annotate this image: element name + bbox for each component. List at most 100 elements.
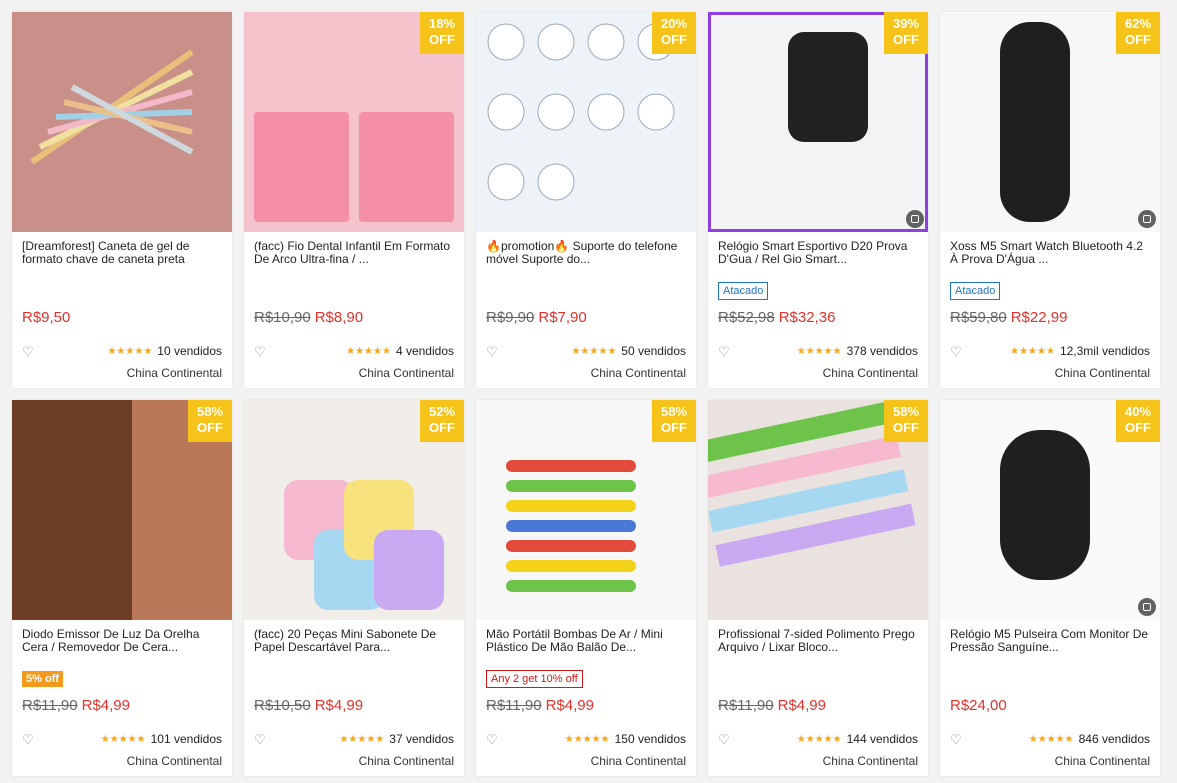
product-image[interactable] [12,12,232,232]
favorite-heart-icon[interactable]: ♡ [950,345,962,358]
rating-stars-icon: ★★★★★ [571,345,617,357]
discount-off-label: OFF [661,32,687,47]
rating-stars-icon: ★★★★★ [1028,733,1074,745]
product-title[interactable]: Profissional 7-sided Polimento Prego Arq… [718,628,918,667]
current-price: R$4,99 [314,697,364,714]
product-card[interactable]: 58% OFF Diodo Emissor De Luz Da Orelha Cer… [12,400,232,776]
rating-stars-icon: ★★★★★ [1010,345,1055,357]
meta-row: ♡ ★★★★★ 101 vendidos [22,732,222,746]
sold-count: 150 vendidos [614,732,686,746]
product-title[interactable]: Mão Portátil Bombas De Ar / Mini Plástic… [486,628,686,667]
product-title[interactable]: Xoss M5 Smart Watch Bluetooth 4.2 À Prov… [950,240,1150,279]
discount-badge: 58% OFF [188,400,232,442]
product-info: [Dreamforest] Caneta de gel de formato c… [12,232,232,388]
product-illustration [30,49,194,165]
discount-badge: 58% OFF [652,400,696,442]
product-card[interactable]: 40% OFF Relógio M5 Pulseira Com Monitor De… [940,400,1160,776]
tag-row [950,669,1150,691]
sold-count: 101 vendidos [150,732,222,746]
favorite-heart-icon[interactable]: ♡ [486,345,498,358]
shipping-origin: China Continental [126,366,222,380]
discount-off-label: OFF [429,32,455,47]
rating-stars-icon: ★★★★★ [100,733,146,745]
current-price: R$22,99 [1010,309,1068,326]
original-price: R$9,90 [486,309,535,326]
video-icon [906,210,924,228]
product-image[interactable]: 58% OFF [708,400,928,620]
current-price: R$24,00 [950,697,1007,714]
meta-row: ♡ ★★★★★ 10 vendidos [22,344,222,358]
product-card[interactable]: 58% OFF Profissional 7-sided Polimento Pre… [708,400,928,776]
tag-row: Atacado [950,281,1150,303]
product-image[interactable]: 52% OFF [244,400,464,620]
product-title[interactable]: (facc) Fio Dental Infantil Em Formato De… [254,240,454,279]
product-title[interactable]: Relógio M5 Pulseira Com Monitor De Press… [950,628,1150,667]
discount-off-label: OFF [893,32,919,47]
favorite-heart-icon[interactable]: ♡ [22,345,34,358]
discount-badge: 40% OFF [1116,400,1160,442]
product-title[interactable]: (facc) 20 Peças Mini Sabonete De Papel D… [254,628,454,667]
discount-percent: 52% [428,404,456,419]
product-info: Xoss M5 Smart Watch Bluetooth 4.2 À Prov… [940,232,1160,388]
product-title[interactable]: Diodo Emissor De Luz Da Orelha Cera / Re… [22,628,222,667]
product-image[interactable]: 58% OFF [12,400,232,620]
favorite-heart-icon[interactable]: ♡ [950,733,962,746]
product-info: Mão Portátil Bombas De Ar / Mini Plástic… [476,620,696,776]
meta-row: ♡ ★★★★★ 4 vendidos [254,344,454,358]
product-card[interactable]: 62% OFF Xoss M5 Smart Watch Bluetooth 4.2 … [940,12,1160,388]
current-price: R$4,99 [81,697,130,714]
discount-badge: 18% OFF [420,12,464,54]
sold-count: 846 vendidos [1078,732,1150,746]
product-image[interactable]: 58% OFF [476,400,696,620]
current-price: R$32,36 [778,309,836,326]
sold-count: 50 vendidos [621,344,686,358]
sold-count: 10 vendidos [157,344,222,358]
price-row: R$10,90 R$8,90 [254,309,454,326]
product-card[interactable]: 39% OFF Relógio Smart Esportivo D20 Prova … [708,12,928,388]
product-info: (facc) Fio Dental Infantil Em Formato De… [244,232,464,388]
rating-stars-icon: ★★★★★ [346,345,391,357]
discount-percent: 62% [1124,16,1152,31]
meta-row: ♡ ★★★★★ 846 vendidos [950,732,1150,746]
product-image[interactable]: 18% OFF [244,12,464,232]
price-row: R$52,98 R$32,36 [718,309,918,326]
favorite-heart-icon[interactable]: ♡ [254,345,266,358]
product-image[interactable]: 40% OFF [940,400,1160,620]
favorite-heart-icon[interactable]: ♡ [22,733,34,746]
tag-row: Atacado [718,281,918,303]
product-image[interactable]: 62% OFF [940,12,1160,232]
favorite-heart-icon[interactable]: ♡ [718,733,730,746]
original-price: R$10,90 [254,309,311,326]
product-title[interactable]: [Dreamforest] Caneta de gel de formato c… [22,240,222,279]
original-price: R$52,98 [718,309,775,326]
product-card[interactable]: [Dreamforest] Caneta de gel de formato c… [12,12,232,388]
current-price: R$4,99 [545,697,594,714]
price-row: R$11,90 R$4,99 [486,697,686,714]
product-card[interactable]: 20% OFF 🔥promotion🔥 Suporte do telefone mó… [476,12,696,388]
rating-stars-icon: ★★★★★ [107,345,153,357]
meta-row: ♡ ★★★★★ 37 vendidos [254,732,454,746]
favorite-heart-icon[interactable]: ♡ [486,733,498,746]
product-info: Profissional 7-sided Polimento Prego Arq… [708,620,928,776]
discount-off-label: OFF [893,420,919,435]
product-card[interactable]: 52% OFF (facc) 20 Peças Mini Sabonete De P… [244,400,464,776]
product-card[interactable]: 18% OFF (facc) Fio Dental Infantil Em Form… [244,12,464,388]
original-price: R$59,80 [950,309,1007,326]
product-card[interactable]: 58% OFF Mão Portátil Bombas De Ar / Mini P… [476,400,696,776]
favorite-heart-icon[interactable]: ♡ [254,733,266,746]
product-image[interactable]: 39% OFF [708,12,928,232]
meta-row: ♡ ★★★★★ 144 vendidos [718,732,918,746]
discount-badge: 20% OFF [652,12,696,54]
meta-row: ♡ ★★★★★ 12,3mil vendidos [950,344,1150,358]
tag-row: Any 2 get 10% off [486,669,686,691]
discount-percent: 39% [892,16,920,31]
tag-row: 5% off [22,669,222,691]
atacado-tag: Atacado [718,282,769,300]
meta-row: ♡ ★★★★★ 150 vendidos [486,732,686,746]
favorite-heart-icon[interactable]: ♡ [718,345,730,358]
sold-count: 144 vendidos [846,732,918,746]
product-title[interactable]: 🔥promotion🔥 Suporte do telefone móvel Su… [486,240,686,279]
product-image[interactable]: 20% OFF [476,12,696,232]
shipping-origin: China Continental [822,366,918,380]
product-title[interactable]: Relógio Smart Esportivo D20 Prova D'Gua … [718,240,918,279]
